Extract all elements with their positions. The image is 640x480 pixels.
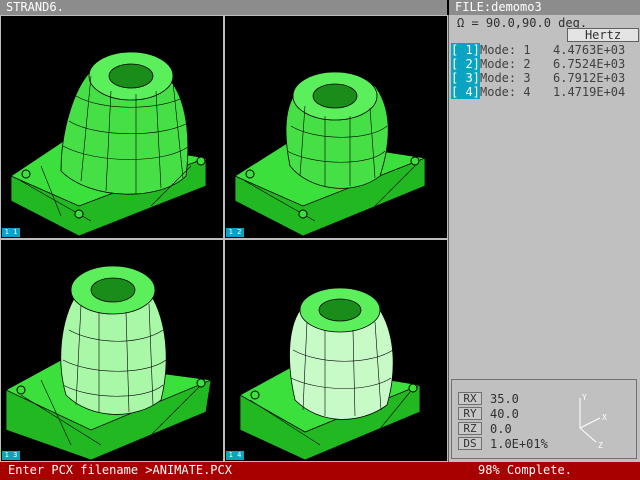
filename-prompt[interactable]: Enter PCX filename >ANIMATE.PCX — [8, 463, 232, 477]
viewport-4[interactable]: 1 4 — [225, 240, 447, 461]
axis-y-label: Y — [582, 393, 587, 402]
viewport-3[interactable]: 1 3 — [1, 240, 223, 461]
mode-frequency: 4.4763E+03 — [553, 43, 626, 57]
mode-tag[interactable]: [ 2] — [451, 57, 480, 71]
view-parameters-panel: RX 35.0 RY 40.0 RZ 0.0 DS 1.0E+01% Y X Z — [451, 379, 637, 459]
ry-value: 40.0 — [490, 407, 519, 421]
rx-label[interactable]: RX — [458, 392, 482, 405]
units-button[interactable]: Hertz — [567, 28, 639, 42]
file-title: FILE:demomo3 — [449, 0, 640, 15]
mesh-model-2 — [234, 71, 427, 237]
axis-x-label: X — [602, 413, 607, 422]
viewport-tag: 1 4 — [226, 451, 244, 460]
mode-frequency: 6.7912E+03 — [553, 71, 626, 85]
mode-row-3[interactable]: [ 3] Mode: 3 6.7912E+03 — [451, 71, 639, 85]
mode-row-2[interactable]: [ 2] Mode: 2 6.7524E+03 — [451, 57, 639, 71]
status-bar: Enter PCX filename >ANIMATE.PCX 98% Comp… — [0, 462, 640, 480]
mode-row-1[interactable]: [ 1] Mode: 1 4.4763E+03 — [451, 43, 639, 57]
viewport-tag: 1 2 — [226, 228, 244, 237]
ry-label[interactable]: RY — [458, 407, 482, 420]
viewport-area: 1 1 1 2 1 3 1 4 — [0, 15, 448, 462]
mode-label: Mode: 3 — [480, 71, 531, 85]
rz-value: 0.0 — [490, 422, 512, 436]
rx-value: 35.0 — [490, 392, 519, 406]
mode-frequency: 1.4719E+04 — [553, 85, 626, 99]
rz-label[interactable]: RZ — [458, 422, 482, 435]
viewport-2[interactable]: 1 2 — [225, 16, 447, 238]
viewport-tag: 1 1 — [2, 228, 20, 237]
axis-triad-icon: Y X Z — [579, 393, 607, 450]
mode-label: Mode: 4 — [480, 85, 531, 99]
progress-text: 98% Complete. — [478, 463, 572, 477]
ds-label[interactable]: DS — [458, 437, 482, 450]
mesh-model-1 — [10, 51, 208, 237]
ds-value: 1.0E+01% — [490, 437, 548, 451]
mesh-model-3 — [5, 265, 213, 461]
mode-tag[interactable]: [ 1] — [451, 43, 480, 57]
viewport-1[interactable]: 1 1 — [1, 16, 223, 238]
mode-row-4[interactable]: [ 4] Mode: 4 1.4719E+04 — [451, 85, 639, 99]
mesh-model-4 — [239, 287, 422, 461]
mode-label: Mode: 2 — [480, 57, 531, 71]
viewport-tag: 1 3 — [2, 451, 20, 460]
mode-tag[interactable]: [ 3] — [451, 71, 480, 85]
mode-tag[interactable]: [ 4] — [451, 85, 480, 99]
app-title: STRAND6. — [0, 0, 447, 15]
axis-z-label: Z — [598, 441, 603, 450]
mode-frequency: 6.7524E+03 — [553, 57, 626, 71]
mode-label: Mode: 1 — [480, 43, 531, 57]
side-panel: Ω = 90.0,90.0 deg. Hertz [ 1] Mode: 1 4.… — [448, 15, 640, 462]
